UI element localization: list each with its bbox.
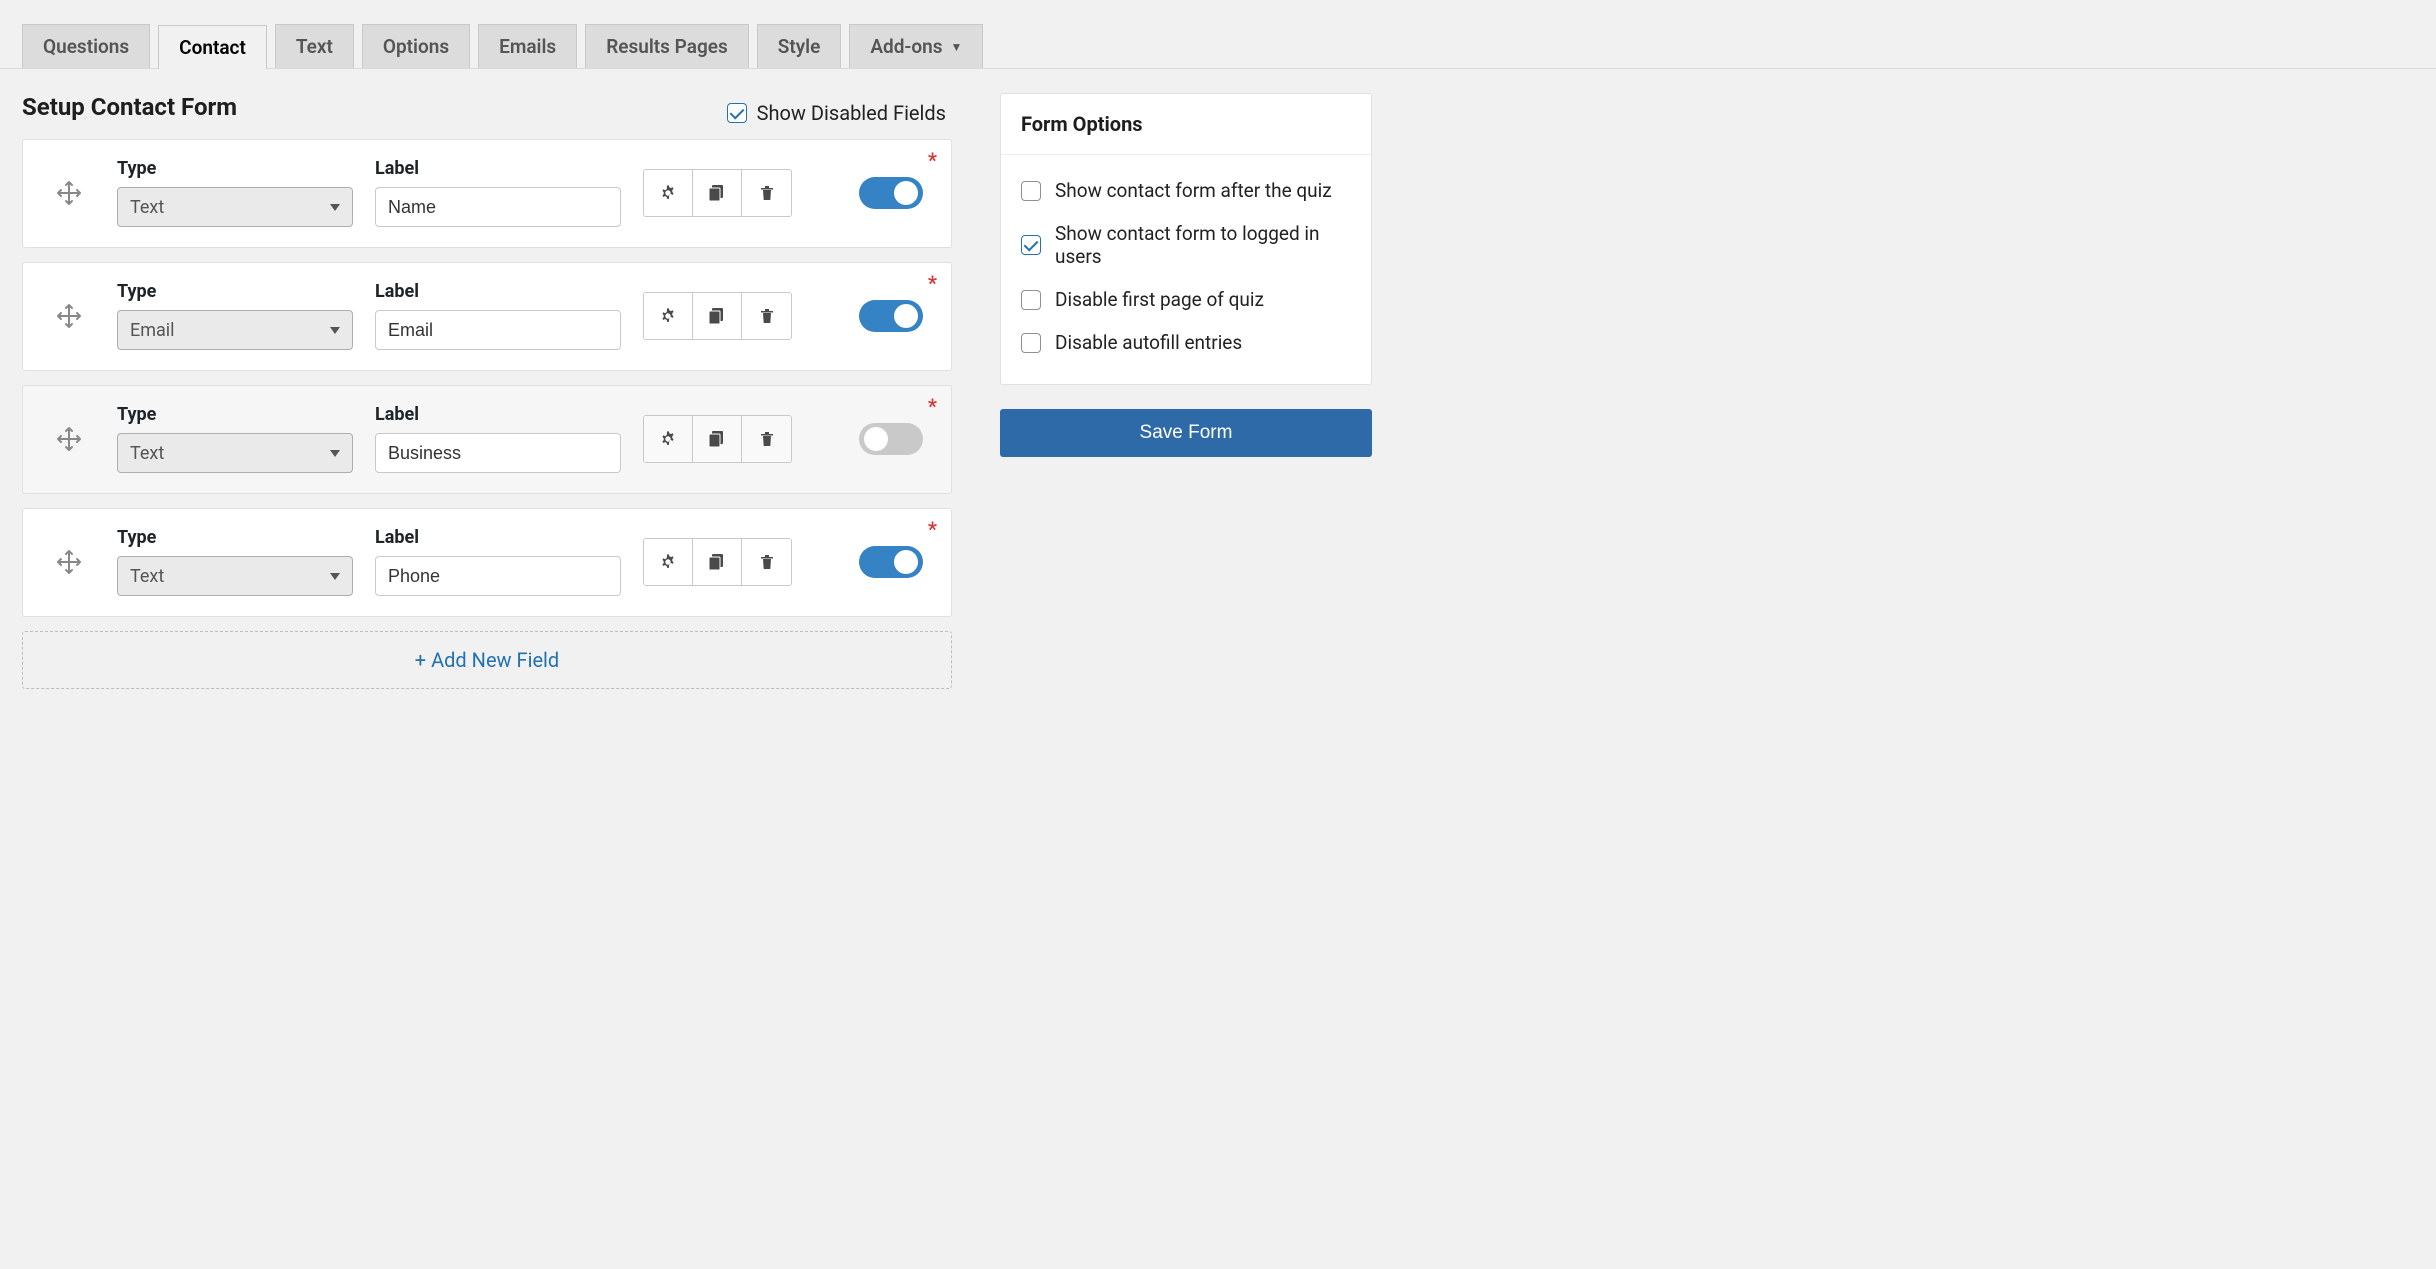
option-checkbox[interactable] bbox=[1021, 290, 1041, 310]
required-indicator: * bbox=[928, 517, 937, 541]
label-header: Label bbox=[375, 281, 621, 302]
enable-toggle[interactable] bbox=[859, 546, 923, 578]
label-header: Label bbox=[375, 158, 621, 179]
save-form-button[interactable]: Save Form bbox=[1000, 409, 1372, 457]
field-actions bbox=[643, 415, 792, 463]
label-input[interactable] bbox=[375, 433, 621, 473]
label-header: Label bbox=[375, 527, 621, 548]
drag-handle[interactable] bbox=[43, 425, 95, 453]
type-header: Type bbox=[117, 158, 353, 179]
field-row: * Type Email Label bbox=[22, 262, 952, 371]
label-input[interactable] bbox=[375, 310, 621, 350]
drag-handle[interactable] bbox=[43, 179, 95, 207]
chevron-down-icon bbox=[330, 450, 340, 457]
duplicate-button[interactable] bbox=[693, 293, 742, 339]
label-input[interactable] bbox=[375, 187, 621, 227]
field-row: * Type Text Label bbox=[22, 508, 952, 617]
settings-button[interactable] bbox=[644, 416, 693, 462]
delete-button[interactable] bbox=[742, 170, 791, 216]
option-label: Disable first page of quiz bbox=[1055, 288, 1264, 311]
tab-options[interactable]: Options bbox=[362, 24, 470, 68]
field-row: * Type Text Label bbox=[22, 139, 952, 248]
field-actions bbox=[643, 169, 792, 217]
option-row: Disable first page of quiz bbox=[1021, 278, 1351, 321]
settings-button[interactable] bbox=[644, 170, 693, 216]
chevron-down-icon bbox=[330, 327, 340, 334]
settings-button[interactable] bbox=[644, 293, 693, 339]
tab-style[interactable]: Style bbox=[757, 24, 842, 68]
type-select[interactable]: Text bbox=[117, 556, 353, 596]
enable-toggle[interactable] bbox=[859, 300, 923, 332]
chevron-down-icon bbox=[330, 573, 340, 580]
form-options-title: Form Options bbox=[1001, 94, 1371, 155]
option-row: Show contact form after the quiz bbox=[1021, 169, 1351, 212]
enable-toggle[interactable] bbox=[859, 177, 923, 209]
type-select[interactable]: Text bbox=[117, 433, 353, 473]
type-header: Type bbox=[117, 281, 353, 302]
option-label: Show contact form after the quiz bbox=[1055, 179, 1332, 202]
required-indicator: * bbox=[928, 394, 937, 418]
tab-emails[interactable]: Emails bbox=[478, 24, 577, 68]
duplicate-button[interactable] bbox=[693, 170, 742, 216]
label-input[interactable] bbox=[375, 556, 621, 596]
settings-button[interactable] bbox=[644, 539, 693, 585]
chevron-down-icon bbox=[330, 204, 340, 211]
delete-button[interactable] bbox=[742, 416, 791, 462]
drag-handle[interactable] bbox=[43, 548, 95, 576]
required-indicator: * bbox=[928, 271, 937, 295]
type-select[interactable]: Email bbox=[117, 310, 353, 350]
add-new-field-button[interactable]: + Add New Field bbox=[22, 631, 952, 689]
duplicate-button[interactable] bbox=[693, 539, 742, 585]
option-label: Disable autofill entries bbox=[1055, 331, 1242, 354]
duplicate-button[interactable] bbox=[693, 416, 742, 462]
field-row: * Type Text Label bbox=[22, 385, 952, 494]
option-row: Show contact form to logged in users bbox=[1021, 212, 1351, 278]
type-header: Type bbox=[117, 527, 353, 548]
tab-addons[interactable]: Add-ons▼ bbox=[849, 24, 983, 68]
enable-toggle[interactable] bbox=[859, 423, 923, 455]
show-disabled-label: Show Disabled Fields bbox=[757, 101, 946, 125]
show-disabled-checkbox[interactable] bbox=[727, 103, 747, 123]
option-checkbox[interactable] bbox=[1021, 181, 1041, 201]
option-checkbox[interactable] bbox=[1021, 235, 1041, 255]
tab-results[interactable]: Results Pages bbox=[585, 24, 749, 68]
field-actions bbox=[643, 292, 792, 340]
drag-handle[interactable] bbox=[43, 302, 95, 330]
chevron-down-icon: ▼ bbox=[951, 40, 963, 54]
type-header: Type bbox=[117, 404, 353, 425]
type-select[interactable]: Text bbox=[117, 187, 353, 227]
tab-text[interactable]: Text bbox=[275, 24, 354, 68]
delete-button[interactable] bbox=[742, 293, 791, 339]
form-options-panel: Form Options Show contact form after the… bbox=[1000, 93, 1372, 385]
field-actions bbox=[643, 538, 792, 586]
required-indicator: * bbox=[928, 148, 937, 172]
tab-questions[interactable]: Questions bbox=[22, 24, 150, 68]
option-checkbox[interactable] bbox=[1021, 333, 1041, 353]
delete-button[interactable] bbox=[742, 539, 791, 585]
label-header: Label bbox=[375, 404, 621, 425]
option-row: Disable autofill entries bbox=[1021, 321, 1351, 364]
option-label: Show contact form to logged in users bbox=[1055, 222, 1351, 268]
tab-bar: QuestionsContactTextOptionsEmailsResults… bbox=[0, 0, 2436, 69]
tab-contact[interactable]: Contact bbox=[158, 25, 267, 69]
